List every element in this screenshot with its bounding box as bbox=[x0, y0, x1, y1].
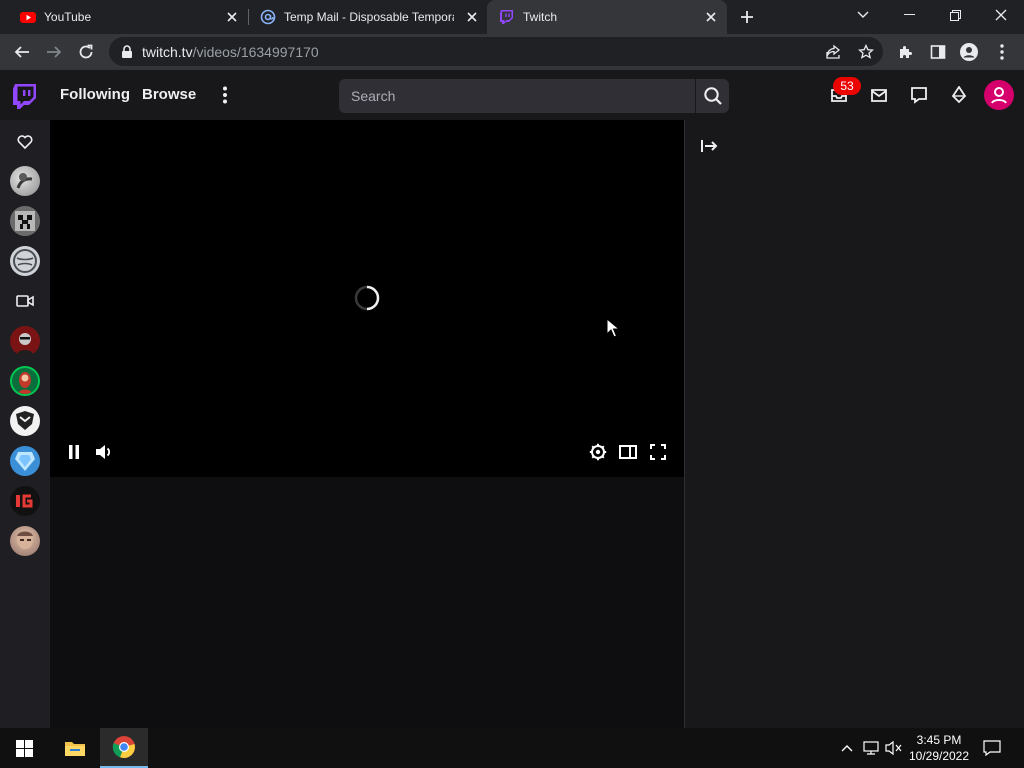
channel-avatar[interactable] bbox=[10, 366, 40, 396]
new-tab-button[interactable] bbox=[737, 7, 757, 27]
chat-column bbox=[684, 120, 1024, 728]
minimize-window-button[interactable] bbox=[886, 0, 932, 30]
clock-time: 3:45 PM bbox=[916, 733, 962, 747]
nav-browse-link[interactable]: Browse bbox=[142, 86, 196, 103]
chrome-menu-kebab-icon[interactable] bbox=[992, 42, 1012, 62]
show-hidden-icons-chevron-icon[interactable] bbox=[837, 738, 857, 758]
system-clock[interactable]: 3:45 PM 10/29/2022 bbox=[906, 732, 972, 764]
channel-avatar[interactable] bbox=[10, 406, 40, 436]
main-content bbox=[50, 120, 684, 728]
channel-avatar[interactable] bbox=[10, 246, 40, 276]
close-tab-icon[interactable] bbox=[464, 9, 480, 25]
followed-channels-sidebar bbox=[0, 120, 50, 728]
pause-icon[interactable] bbox=[64, 442, 84, 462]
url-path: /videos/1634997170 bbox=[192, 44, 319, 60]
address-bar[interactable]: twitch.tv/videos/1634997170 bbox=[109, 37, 883, 66]
video-player[interactable] bbox=[50, 120, 684, 477]
lock-icon[interactable] bbox=[117, 42, 137, 62]
video-camera-icon[interactable] bbox=[15, 291, 35, 311]
volume-muted-icon[interactable] bbox=[884, 738, 904, 758]
bookmark-star-icon[interactable] bbox=[856, 42, 876, 62]
reload-icon[interactable] bbox=[76, 42, 96, 62]
twitch-top-nav: Following Browse Search bbox=[0, 70, 1024, 120]
url-text: twitch.tv/videos/1634997170 bbox=[142, 44, 319, 60]
tab-title: Temp Mail - Disposable Temporary Email bbox=[284, 10, 454, 24]
tab-title: YouTube bbox=[44, 10, 92, 24]
fullscreen-icon[interactable] bbox=[648, 442, 668, 462]
search-input[interactable]: Search bbox=[339, 79, 695, 113]
windows-taskbar: 3:45 PM 10/29/2022 bbox=[0, 728, 1024, 768]
twitch-icon bbox=[499, 9, 515, 25]
channel-avatar[interactable] bbox=[10, 326, 40, 356]
action-center-notification-icon[interactable] bbox=[982, 738, 1002, 758]
network-icon[interactable] bbox=[861, 738, 881, 758]
close-window-button[interactable] bbox=[978, 0, 1024, 30]
file-explorer-icon[interactable] bbox=[51, 728, 99, 768]
theatre-mode-icon[interactable] bbox=[618, 442, 638, 462]
channel-avatar[interactable] bbox=[10, 446, 40, 476]
extensions-puzzle-icon[interactable] bbox=[896, 42, 916, 62]
chat-bubble-icon[interactable] bbox=[909, 85, 929, 105]
heart-icon[interactable] bbox=[15, 131, 35, 151]
channel-avatar[interactable] bbox=[10, 526, 40, 556]
get-bits-diamond-icon[interactable] bbox=[949, 85, 969, 105]
share-icon[interactable] bbox=[823, 42, 843, 62]
search-icon bbox=[703, 86, 723, 106]
browser-tab-strip: YouTube Temp Mail - Disposable Temporary… bbox=[0, 0, 1024, 34]
tab-temp-mail[interactable]: Temp Mail - Disposable Temporary Email bbox=[248, 0, 488, 34]
restore-window-button[interactable] bbox=[932, 0, 978, 30]
close-tab-icon[interactable] bbox=[224, 9, 240, 25]
channel-avatar[interactable] bbox=[10, 166, 40, 196]
notification-count-badge: 53 bbox=[833, 77, 861, 95]
channel-avatar[interactable] bbox=[10, 486, 40, 516]
collapse-chat-arrow-icon[interactable] bbox=[699, 136, 719, 156]
search-placeholder: Search bbox=[351, 88, 396, 104]
mouse-cursor-icon bbox=[606, 318, 620, 338]
clock-date: 10/29/2022 bbox=[908, 749, 970, 763]
close-tab-icon[interactable] bbox=[703, 9, 719, 25]
back-arrow-icon[interactable] bbox=[12, 42, 32, 62]
settings-icon[interactable] bbox=[588, 442, 608, 462]
youtube-icon bbox=[20, 9, 36, 25]
twitch-logo-icon[interactable] bbox=[12, 83, 38, 109]
side-panel-icon[interactable] bbox=[928, 42, 948, 62]
profile-avatar-icon[interactable] bbox=[959, 42, 979, 62]
nav-following-link[interactable]: Following bbox=[60, 86, 130, 103]
tab-twitch[interactable]: Twitch bbox=[487, 0, 727, 34]
tab-youtube[interactable]: YouTube bbox=[8, 0, 248, 34]
more-options-kebab-icon[interactable] bbox=[215, 85, 235, 105]
chrome-icon[interactable] bbox=[100, 728, 148, 768]
tab-title: Twitch bbox=[523, 10, 558, 24]
channel-avatar[interactable] bbox=[10, 206, 40, 236]
loading-spinner-icon bbox=[353, 284, 381, 312]
tab-search-chevron-icon[interactable] bbox=[840, 0, 886, 30]
volume-icon[interactable] bbox=[94, 442, 114, 462]
windows-start-icon[interactable] bbox=[0, 728, 48, 768]
user-avatar-button[interactable] bbox=[984, 80, 1014, 110]
forward-arrow-icon[interactable] bbox=[44, 42, 64, 62]
whispers-mail-icon[interactable] bbox=[869, 85, 889, 105]
at-sign-icon bbox=[260, 9, 276, 25]
url-host: twitch.tv bbox=[142, 44, 193, 60]
browser-toolbar: twitch.tv/videos/1634997170 bbox=[0, 34, 1024, 70]
search-button[interactable] bbox=[695, 79, 729, 113]
